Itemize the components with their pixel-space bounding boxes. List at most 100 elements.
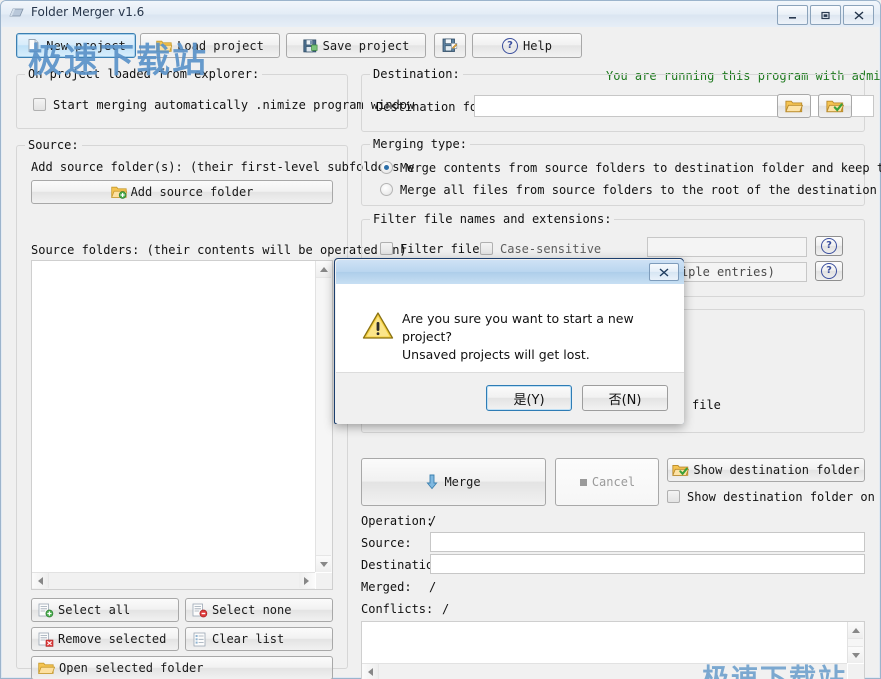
destination-status-value — [430, 554, 865, 574]
folder-add-icon — [110, 186, 127, 199]
dialog-title-bar — [336, 260, 684, 284]
select-all-button[interactable]: Select all — [31, 598, 179, 622]
open-selected-folder-button[interactable]: Open selected folder — [31, 656, 333, 679]
open-selected-folder-label: Open selected folder — [59, 661, 204, 675]
source-list-vscrollbar[interactable] — [315, 261, 332, 572]
save-disk-icon — [303, 38, 318, 52]
start-merging-automatically-checkbox[interactable] — [33, 98, 46, 111]
chevron-up-icon — [852, 628, 860, 633]
help-question-icon: ? — [821, 263, 837, 279]
scroll-up-button[interactable] — [316, 261, 331, 278]
cancel-label: Cancel — [591, 475, 636, 489]
chevron-down-icon — [320, 562, 328, 567]
filter-names-input[interactable] — [647, 237, 807, 257]
toolbar: New project Load project Save project ? … — [2, 33, 879, 63]
folder-open-icon — [156, 40, 173, 52]
folder-browse-icon — [785, 100, 803, 113]
merged-value: / — [429, 580, 437, 594]
load-project-button[interactable]: Load project — [140, 33, 280, 58]
help-question-icon: ? — [502, 37, 519, 54]
folder-open-icon — [38, 662, 55, 674]
source-folders-listbox[interactable] — [31, 260, 333, 590]
close-icon — [854, 10, 863, 20]
log-scroll-left-button[interactable] — [362, 664, 379, 679]
scroll-down-button[interactable] — [316, 555, 331, 572]
log-scroll-up-button[interactable] — [848, 622, 863, 639]
show-destination-on-complete-label: Show destination folder on comple — [687, 490, 881, 504]
log-scroll-corner — [848, 664, 864, 679]
show-destination-on-complete-checkbox[interactable] — [667, 490, 680, 503]
merge-button[interactable]: Merge — [361, 458, 546, 506]
source-group-label: Source: — [25, 138, 82, 152]
save-as-button[interactable] — [434, 33, 466, 58]
save-as-icon — [442, 38, 458, 52]
select-none-button[interactable]: Select none — [185, 598, 333, 622]
add-source-hint: Add source folder(s): (their first-level… — [31, 160, 414, 174]
filter-names-help-button[interactable]: ? — [815, 236, 843, 256]
remove-selected-icon — [38, 632, 54, 647]
cancel-button[interactable]: Cancel — [555, 458, 659, 506]
add-source-folder-button[interactable]: Add source folder — [31, 180, 333, 204]
close-button[interactable] — [843, 5, 874, 25]
chevron-left-icon — [368, 668, 373, 676]
chevron-down-icon — [852, 653, 860, 658]
minimize-button[interactable] — [777, 5, 808, 25]
dialog-footer: 是(Y) 否(N) — [336, 372, 684, 424]
show-destination-folder-button[interactable]: Show destination folder — [667, 458, 865, 482]
remove-selected-button[interactable]: Remove selected — [31, 627, 179, 651]
options-tail-text: file — [692, 398, 721, 412]
close-icon — [659, 267, 669, 277]
clear-list-button[interactable]: Clear list — [185, 627, 333, 651]
log-vscrollbar[interactable] — [847, 622, 864, 663]
on-project-loaded-group-label: On project loaded from explorer: — [25, 67, 263, 81]
confirm-destination-button[interactable] — [818, 94, 852, 118]
browse-destination-button[interactable] — [777, 94, 811, 118]
log-hscrollbar[interactable] — [362, 663, 847, 679]
operation-label: Operation: — [361, 514, 434, 528]
merge-label: Merge — [444, 475, 481, 489]
dialog-yes-button[interactable]: 是(Y) — [486, 385, 572, 411]
destination-group-label: Destination: — [370, 67, 463, 81]
stop-square-icon — [579, 478, 587, 486]
merging-type-group-label: Merging type: — [370, 137, 470, 151]
save-project-button[interactable]: Save project — [286, 33, 426, 58]
scroll-right-button[interactable] — [299, 573, 315, 588]
source-status-value — [430, 532, 865, 552]
save-project-label: Save project — [322, 38, 410, 53]
new-project-button[interactable]: New project — [16, 33, 136, 58]
maximize-button[interactable] — [810, 5, 841, 25]
filter-file-names-checkbox[interactable] — [380, 242, 393, 255]
log-textbox[interactable] — [361, 621, 865, 679]
clear-list-icon — [193, 632, 206, 646]
dialog-no-button[interactable]: 否(N) — [582, 385, 668, 411]
destination-folder-input[interactable] — [474, 95, 874, 117]
dialog-close-button[interactable] — [649, 263, 679, 281]
window-controls — [777, 5, 874, 25]
application-window: Folder Merger v1.6 New project Load proj… — [0, 0, 881, 679]
help-button[interactable]: ? Help — [472, 33, 582, 58]
source-group: Source: Add source folder(s): (their fir… — [16, 138, 414, 679]
maximize-icon — [821, 11, 830, 19]
filter-extensions-help-button[interactable]: ? — [815, 261, 843, 281]
merge-keep-folder-label: Merge contents from source folders to de… — [400, 161, 881, 175]
window-title: Folder Merger v1.6 — [31, 5, 145, 19]
merged-label: Merged: — [361, 580, 412, 594]
dialog-body: Are you sure you want to start a new pro… — [336, 284, 684, 372]
case-sensitive-checkbox[interactable] — [480, 242, 493, 255]
add-source-folder-label: Add source folder — [130, 185, 254, 199]
show-destination-folder-label: Show destination folder — [693, 463, 860, 477]
title-bar: Folder Merger v1.6 — [1, 1, 880, 27]
scroll-left-button[interactable] — [32, 573, 49, 588]
merging-type-group: Merging type: Merge contents from source… — [361, 137, 881, 206]
log-scroll-down-button[interactable] — [848, 646, 863, 663]
help-question-icon: ? — [821, 238, 837, 254]
new-document-icon — [28, 39, 39, 52]
merge-keep-folder-radio[interactable] — [380, 161, 393, 174]
new-project-confirm-dialog: Are you sure you want to start a new pro… — [334, 258, 684, 424]
chevron-right-icon — [304, 577, 309, 585]
merge-to-root-radio[interactable] — [380, 183, 393, 196]
source-status-label: Source: — [361, 536, 412, 550]
source-list-hscrollbar[interactable] — [32, 572, 315, 589]
clear-list-label: Clear list — [212, 632, 285, 646]
conflicts-label: Conflicts: — [361, 602, 434, 616]
